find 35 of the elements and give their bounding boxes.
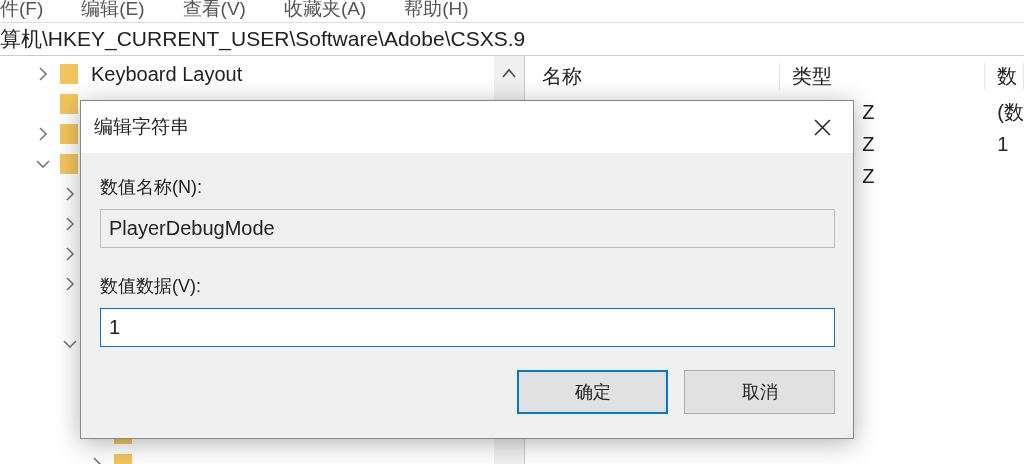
chevron-icon[interactable] [36, 127, 50, 141]
menu-item[interactable]: 帮助(H) [404, 0, 469, 18]
value-data-field[interactable]: 1 [100, 308, 835, 347]
menu-item[interactable]: 件(F) [0, 0, 44, 18]
table-cell-text: Z [861, 164, 876, 188]
table-cell-text: Z [861, 100, 876, 124]
ok-button[interactable]: 确定 [517, 370, 668, 414]
folder-icon [60, 123, 78, 145]
table-cell-text: (数 [996, 99, 1024, 125]
chevron-icon[interactable] [36, 67, 50, 81]
chevron-icon[interactable] [36, 157, 50, 171]
chevron-icon[interactable] [63, 217, 77, 231]
folder-icon [60, 153, 78, 175]
folder-icon [60, 93, 78, 115]
table-cell-text: 1 [996, 132, 1010, 156]
tree-item[interactable]: Keyboard Layout [91, 62, 243, 86]
value-name-field[interactable]: PlayerDebugMode [100, 209, 835, 248]
scroll-up-icon[interactable] [502, 68, 517, 78]
chevron-icon[interactable] [63, 187, 77, 201]
column-header[interactable]: 名称 [530, 62, 781, 90]
chevron-icon[interactable] [63, 247, 77, 261]
dialog-title: 编辑字符串 [94, 115, 189, 139]
field-label: 数值名称(N): [100, 176, 203, 199]
menu-item[interactable]: 编辑(E) [81, 0, 145, 18]
column-header[interactable]: 类型 [780, 62, 986, 90]
folder-icon [60, 63, 78, 85]
menu-item[interactable]: 收藏夹(A) [283, 0, 367, 18]
cancel-button[interactable]: 取消 [684, 370, 835, 414]
menu-item[interactable]: 查看(V) [182, 0, 246, 18]
chevron-icon[interactable] [63, 277, 77, 291]
column-header[interactable]: 数 [985, 62, 1024, 90]
table-cell-text: Z [861, 132, 876, 156]
address-bar[interactable]: 算机\HKEY_CURRENT_USER\Software\Adobe\CSXS.9 [0, 23, 1024, 56]
field-label: 数值数据(V): [100, 275, 202, 298]
chevron-icon[interactable] [63, 337, 77, 351]
